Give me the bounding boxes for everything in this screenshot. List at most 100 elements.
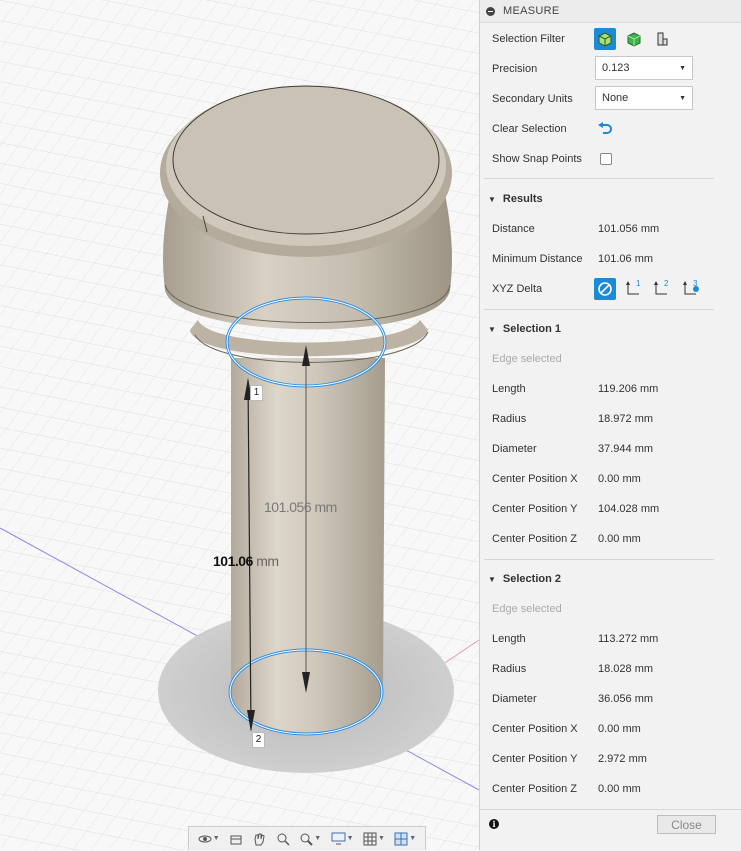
delta-axis-3-label: 3 [693, 279, 698, 288]
selection1-center-z-label: Center Position Z [492, 533, 577, 545]
filter-face-button[interactable] [623, 28, 645, 50]
selection1-section-header[interactable]: ▼ Selection 1 [480, 314, 741, 344]
close-button[interactable]: Close [657, 815, 716, 834]
selection1-center-x-row: Center Position X 0.00 mm [480, 464, 741, 494]
clear-selection-button[interactable] [594, 118, 616, 140]
distance-row: Distance 101.056 mm [480, 214, 741, 244]
selection2-center-y-value: 2.972 mm [598, 753, 647, 765]
panel-title: MEASURE [503, 5, 560, 17]
chevron-down-icon: ▼ [679, 65, 686, 72]
distance-value: 101.056 mm [598, 223, 660, 235]
selection2-center-y-label: Center Position Y [492, 753, 578, 765]
min-distance-dimension-value: 101.06 [213, 553, 253, 569]
viewports-icon [394, 832, 408, 845]
secondary-units-row: Secondary Units None ▼ [480, 84, 741, 114]
navigation-toolbar: ▼ ▼ ▼ ▼ ▼ [188, 826, 426, 850]
precision-label: Precision [492, 63, 538, 75]
selection2-center-x-row: Center Position X 0.00 mm [480, 714, 741, 744]
selection2-section-header[interactable]: ▼ Selection 2 [480, 564, 741, 594]
chevron-down-icon: ▼ [679, 95, 686, 102]
display-settings-button[interactable]: ▼ [331, 832, 354, 845]
clear-selection-label: Clear Selection [492, 123, 567, 135]
zoom-fit-button[interactable] [276, 832, 290, 846]
viewports-button[interactable]: ▼ [394, 832, 416, 846]
min-distance-dimension-unit: mm [252, 553, 279, 569]
no-delta-icon [598, 282, 612, 296]
body-filter-icon [598, 32, 612, 47]
xyz-delta-axis-3-button[interactable]: 3 [680, 278, 702, 300]
collapse-icon[interactable] [486, 6, 495, 16]
selection1-center-z-row: Center Position Z 0.00 mm [480, 524, 741, 554]
display-settings-icon [331, 832, 346, 845]
show-snap-points-label: Show Snap Points [492, 153, 582, 165]
look-at-button[interactable] [229, 832, 243, 846]
delta-axis-1-label: 1 [636, 279, 641, 288]
zoom-icon [300, 833, 313, 846]
divider [484, 178, 714, 179]
selection1-center-y-label: Center Position Y [492, 503, 578, 515]
results-section-header[interactable]: ▼ Results [480, 184, 741, 214]
min-distance-label: Minimum Distance [492, 253, 583, 265]
measure-panel: MEASURE Selection Filter Precision 0.123… [479, 0, 741, 851]
selection2-center-x-label: Center Position X [492, 723, 578, 735]
xyz-delta-axis-2-button[interactable]: 2 [651, 278, 673, 300]
secondary-units-label: Secondary Units [492, 93, 573, 105]
selection2-diameter-row: Diameter 36.056 mm [480, 684, 741, 714]
clear-selection-row: Clear Selection [480, 114, 741, 144]
selection1-diameter-label: Diameter [492, 443, 537, 455]
secondary-units-dropdown[interactable]: None ▼ [595, 86, 693, 110]
face-filter-icon [627, 32, 641, 47]
info-icon[interactable]: i [489, 819, 499, 829]
results-heading: Results [502, 193, 543, 205]
selection1-type: Edge selected [492, 353, 562, 365]
distance-dimension-label: 101.056 mm [264, 499, 337, 515]
selection2-length-label: Length [492, 633, 526, 645]
selection1-center-y-row: Center Position Y 104.028 mm [480, 494, 741, 524]
precision-row: Precision 0.123 ▼ [480, 54, 741, 84]
grid-settings-button[interactable]: ▼ [363, 832, 385, 846]
filter-body-button[interactable] [594, 28, 616, 50]
selection2-radius-row: Radius 18.028 mm [480, 654, 741, 684]
orbit-icon [198, 835, 212, 842]
divider [484, 309, 714, 310]
selection1-center-z-value: 0.00 mm [598, 533, 641, 545]
xyz-delta-axis-1-button[interactable]: 1 [623, 278, 645, 300]
selection2-center-x-value: 0.00 mm [598, 723, 641, 735]
collapse-triangle-icon: ▼ [488, 574, 496, 584]
zoom-fit-icon [277, 833, 290, 846]
selection2-center-y-row: Center Position Y 2.972 mm [480, 744, 741, 774]
selection2-length-value: 113.272 mm [598, 633, 659, 645]
panel-header[interactable]: MEASURE [480, 0, 741, 23]
selection1-center-x-label: Center Position X [492, 473, 578, 485]
zoom-button[interactable]: ▼ [299, 832, 321, 846]
xyz-delta-none-button[interactable] [594, 278, 616, 300]
show-snap-points-checkbox[interactable] [600, 153, 612, 165]
divider [484, 559, 714, 560]
selection1-type-row: Edge selected [480, 344, 741, 374]
filter-edge-button[interactable] [651, 28, 673, 50]
selection2-diameter-label: Diameter [492, 693, 537, 705]
selection2-center-z-label: Center Position Z [492, 783, 577, 795]
xyz-delta-label: XYZ Delta [492, 283, 543, 295]
pan-button[interactable] [252, 832, 266, 846]
selection1-diameter-value: 37.944 mm [598, 443, 654, 455]
grid-icon [363, 832, 377, 845]
panel-footer: i Close [480, 809, 741, 851]
min-distance-row: Minimum Distance 101.06 mm [480, 244, 741, 274]
selection1-heading: Selection 1 [502, 323, 561, 335]
edge-filter-icon [657, 32, 668, 46]
undo-icon [598, 122, 612, 134]
selection2-center-z-row: Center Position Z 0.00 mm [480, 774, 741, 804]
orbit-button[interactable]: ▼ [198, 832, 220, 846]
selection2-center-z-value: 0.00 mm [598, 783, 641, 795]
selection2-type-row: Edge selected [480, 594, 741, 624]
selection2-radius-value: 18.028 mm [598, 663, 654, 675]
min-distance-value: 101.06 mm [598, 253, 654, 265]
selection1-length-value: 119.206 mm [598, 383, 659, 395]
point-tag-1: 1 [250, 385, 263, 401]
min-distance-dimension-label: 101.06 mm [213, 553, 279, 569]
selection2-type: Edge selected [492, 603, 562, 615]
look-at-icon [230, 835, 242, 844]
selection1-radius-value: 18.972 mm [598, 413, 654, 425]
precision-dropdown[interactable]: 0.123 ▼ [595, 56, 693, 80]
